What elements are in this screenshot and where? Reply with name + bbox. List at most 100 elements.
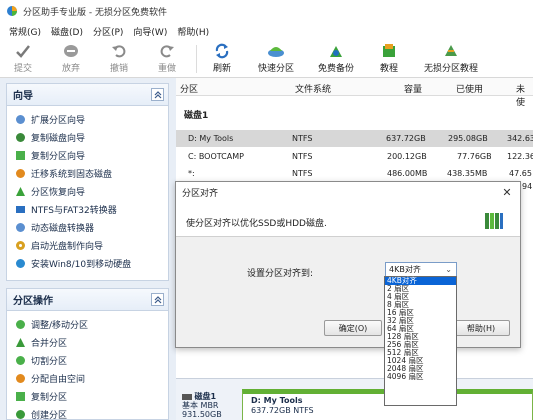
table-row[interactable]: C: BOOTCAMP NTFS 200.12GB 77.76GB 122.36 xyxy=(176,148,533,165)
alignment-dropdown-list: 4KB对齐 2 扇区 4 扇区 8 扇区 16 扇区 32 扇区 64 扇区 1… xyxy=(384,276,457,406)
refresh-button[interactable]: 刷新 xyxy=(213,42,231,76)
copy-icon xyxy=(15,391,26,402)
tutorial-icon xyxy=(380,42,398,60)
wizard-dynamic-disk[interactable]: 动态磁盘转换器 xyxy=(15,218,168,236)
col-filesystem[interactable]: 文件系统 xyxy=(295,82,331,95)
menu-help[interactable]: 帮助(H) xyxy=(172,25,214,38)
dialog-body: 设置分区对齐到: 4KB对齐 ⌄ 确定(O) 帮助(H) xyxy=(176,237,520,347)
op-create-partition[interactable]: 创建分区 xyxy=(15,405,168,420)
toolbar: 提交 放弃 撤销 重做 刷新 快速分区 免费备份 教程 无损分区教程 xyxy=(0,40,533,78)
wizard-ntfs-fat32[interactable]: NTFS与FAT32转换器 xyxy=(15,200,168,218)
partition-recovery-icon xyxy=(15,186,26,197)
alignment-icon xyxy=(485,213,503,229)
double-chevron-up-icon xyxy=(154,295,161,303)
discard-button[interactable]: 放弃 xyxy=(62,42,80,76)
wizard-panel-title: 向导 xyxy=(13,91,33,102)
wizard-panel: 向导 扩展分区向导 复制磁盘向导 复制分区向导 迁移系统到固态磁盘 分区恢复向导… xyxy=(6,83,169,281)
lossless-tutorial-icon xyxy=(442,42,460,60)
undo-button[interactable]: 撤销 xyxy=(110,42,128,76)
double-chevron-up-icon xyxy=(154,90,161,98)
table-row[interactable]: *: NTFS 486.00MB 438.35MB 47.65 xyxy=(176,165,533,182)
menu-wizard[interactable]: 向导(W) xyxy=(128,25,172,38)
sidebar: 向导 扩展分区向导 复制磁盘向导 复制分区向导 迁移系统到固态磁盘 分区恢复向导… xyxy=(0,78,176,420)
refresh-icon xyxy=(213,42,231,60)
help-button[interactable]: 帮助(H) xyxy=(452,320,510,336)
wizard-boot-disc[interactable]: 启动光盘制作向导 xyxy=(15,236,168,254)
toolbar-separator xyxy=(196,45,197,73)
wizard-copy-disk[interactable]: 复制磁盘向导 xyxy=(15,128,168,146)
tutorial-label: 教程 xyxy=(380,64,399,74)
col-capacity[interactable]: 容量 xyxy=(404,82,422,95)
undo-icon xyxy=(110,42,128,60)
wizard-copy-partition[interactable]: 复制分区向导 xyxy=(15,146,168,164)
partition-operations-title: 分区操作 xyxy=(13,296,53,307)
title-bar: 分区助手专业版 - 无损分区免费软件 xyxy=(0,0,533,22)
wizard-migrate-os-ssd[interactable]: 迁移系统到固态磁盘 xyxy=(15,164,168,182)
table-row[interactable]: D: My Tools NTFS 637.72GB 295.08GB 342.6… xyxy=(176,130,533,147)
create-partition-icon xyxy=(15,409,26,420)
menu-bar: 常规(G) 磁盘(D) 分区(P) 向导(W) 帮助(H) xyxy=(0,22,533,40)
partition-alignment-dialog: 分区对齐 ✕ 使分区对齐以优化SSD或HDD磁盘. 设置分区对齐到: 4KB对齐… xyxy=(175,181,521,348)
disk-icon xyxy=(182,393,192,400)
lossless-tutorial-button[interactable]: 无损分区教程 xyxy=(424,42,478,76)
quick-partition-icon xyxy=(267,42,285,60)
collapse-wizard-button[interactable] xyxy=(151,88,164,101)
commit-label: 提交 xyxy=(14,64,33,74)
op-copy-partition[interactable]: 复制分区 xyxy=(15,387,168,405)
op-resize-move[interactable]: 调整/移动分区 xyxy=(15,315,168,333)
partition-size: 637.72GB NTFS xyxy=(251,406,314,415)
extend-partition-icon xyxy=(15,114,26,125)
dialog-info-bar: 使分区对齐以优化SSD或HDD磁盘. xyxy=(176,202,520,237)
copy-disk-icon xyxy=(15,132,26,143)
op-allocate-free-space[interactable]: 分配自由空间 xyxy=(15,369,168,387)
disk-map-type: 基本 MBR xyxy=(182,401,219,410)
menu-general[interactable]: 常规(G) xyxy=(4,25,46,38)
op-merge[interactable]: 合并分区 xyxy=(15,333,168,351)
wizard-win-to-go[interactable]: 安装Win8/10到移动硬盘 xyxy=(15,254,168,272)
col-unused[interactable]: 未使 xyxy=(516,82,533,108)
dynamic-disk-icon xyxy=(15,222,26,233)
alignment-select-value: 4KB对齐 xyxy=(389,265,421,274)
backup-icon xyxy=(327,42,345,60)
partition-name: D: My Tools xyxy=(251,396,303,405)
tutorial-button[interactable]: 教程 xyxy=(380,42,398,76)
close-icon[interactable]: ✕ xyxy=(500,186,514,199)
checkmark-icon xyxy=(14,42,32,60)
col-partition[interactable]: 分区 xyxy=(180,82,198,95)
wizard-partition-recovery[interactable]: 分区恢复向导 xyxy=(15,182,168,200)
partition-operations-panel: 分区操作 调整/移动分区 合并分区 切割分区 分配自由空间 复制分区 创建分区 xyxy=(6,288,169,420)
dropdown-option-4096-sectors[interactable]: 4096 扇区 xyxy=(385,373,456,381)
split-icon xyxy=(15,355,26,366)
dialog-title-bar[interactable]: 分区对齐 ✕ xyxy=(176,182,520,202)
undo-label: 撤销 xyxy=(110,64,129,74)
dialog-description: 使分区对齐以优化SSD或HDD磁盘. xyxy=(186,219,327,229)
collapse-operations-button[interactable] xyxy=(151,293,164,306)
window-title: 分区助手专业版 - 无损分区免费软件 xyxy=(23,7,167,18)
op-split[interactable]: 切割分区 xyxy=(15,351,168,369)
free-backup-button[interactable]: 免费备份 xyxy=(318,42,354,76)
disk-1-label: 磁盘1 xyxy=(184,111,209,121)
allocate-space-icon xyxy=(15,373,26,384)
alignment-select[interactable]: 4KB对齐 ⌄ xyxy=(385,262,457,277)
lossless-tutorial-label: 无损分区教程 xyxy=(424,64,479,74)
chevron-down-icon: ⌄ xyxy=(445,265,452,274)
menu-partition[interactable]: 分区(P) xyxy=(88,25,128,38)
col-used[interactable]: 已使用 xyxy=(456,82,483,95)
disk-map-name: 磁盘1 xyxy=(194,392,217,401)
disk-map-size: 931.50GB xyxy=(182,410,222,419)
wizard-extend-partition[interactable]: 扩展分区向导 xyxy=(15,110,168,128)
menu-disk[interactable]: 磁盘(D) xyxy=(46,25,88,38)
redo-button[interactable]: 重做 xyxy=(158,42,176,76)
migrate-os-icon xyxy=(15,168,26,179)
partition-operations-header[interactable]: 分区操作 xyxy=(7,289,168,311)
quick-partition-button[interactable]: 快速分区 xyxy=(258,42,294,76)
discard-icon xyxy=(62,42,80,60)
table-header: 分区 文件系统 容量 已使用 未使 xyxy=(176,78,533,108)
ok-button[interactable]: 确定(O) xyxy=(324,320,382,336)
wizard-panel-header[interactable]: 向导 xyxy=(7,84,168,106)
dialog-title: 分区对齐 xyxy=(182,188,219,199)
alignment-label: 设置分区对齐到: xyxy=(247,269,314,279)
copy-partition-icon xyxy=(15,150,26,161)
disk-map-info[interactable]: 磁盘1 基本 MBR 931.50GB xyxy=(182,392,222,419)
commit-button[interactable]: 提交 xyxy=(14,42,32,76)
